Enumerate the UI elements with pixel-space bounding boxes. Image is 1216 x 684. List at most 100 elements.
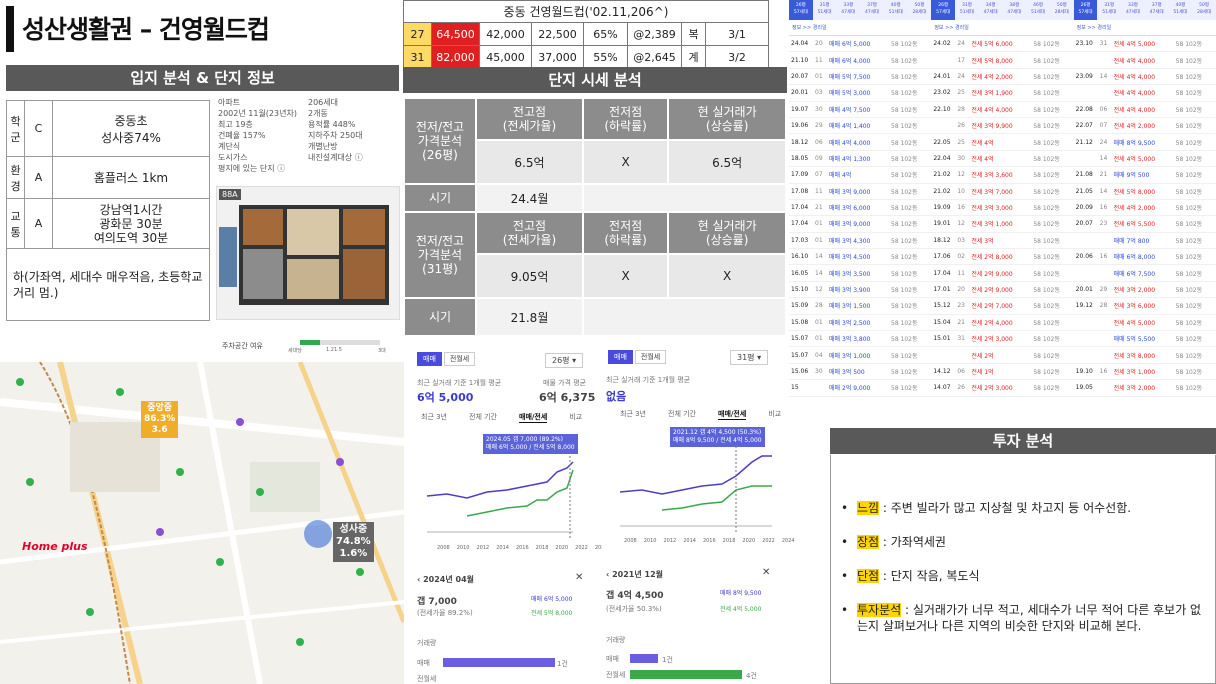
tx-row[interactable]: 24.04 20 매매 6억 5,000 58 102동	[789, 36, 932, 53]
tx-row[interactable]: 26 전세 3억 9,900 58 102동	[931, 118, 1074, 135]
tx-row[interactable]: 전세 4억 5,000 58 102동	[1073, 315, 1216, 332]
tx-row[interactable]: 17.03 01 매매 3억 4,300 58 102동	[789, 233, 932, 250]
tx-row[interactable]: 19.10 16 전세 3억 1,000 58 102동	[1073, 364, 1216, 381]
tx-row[interactable]: 15.10 12 매매 3억 3,900 58 102동	[789, 282, 932, 299]
tx-size-tab[interactable]: 50평 28세대	[1049, 0, 1074, 20]
tx-row[interactable]: 19.07 30 매매 4억 7,500 58 102동	[789, 102, 932, 118]
tx-size-tab[interactable]: 33평 47세대	[836, 0, 861, 20]
school-badge-seongsa[interactable]: 성사중 74.8% 1.6%	[333, 522, 374, 562]
tx-row[interactable]: 전세 3억 8,000 58 102동	[1073, 347, 1216, 364]
tx-row[interactable]: 21.02 12 전세 3억 3,600 58 102동	[931, 167, 1074, 184]
tx-row[interactable]: 23.10 31 전세 4억 5,000 58 102동	[1073, 36, 1216, 53]
tx-row[interactable]: 20.09 16 전세 4억 2,000 58 102동	[1073, 200, 1216, 217]
range-tab[interactable]: 매매/전세	[519, 412, 548, 423]
tx-row[interactable]: 22.05 25 전세 4억 58 102동	[931, 134, 1074, 151]
tx-row[interactable]: 15.04 21 전세 2억 4,000 58 102동	[931, 315, 1074, 332]
tx-row[interactable]: 22.08 06 전세 4억 4,000 58 102동	[1073, 102, 1216, 118]
range-tab[interactable]: 전체 기간	[668, 409, 696, 420]
tx-row[interactable]: 17.01 20 전세 2억 9,000 58 102동	[931, 282, 1074, 299]
tx-row[interactable]: 18.12 06 매매 4억 4,000 58 102동	[789, 134, 932, 151]
tx-row[interactable]: 20.01 03 매매 5억 3,000 58 102동	[789, 85, 932, 102]
tx-row[interactable]: 16.05 14 매매 3억 3,500 58 102동	[789, 265, 932, 282]
area-map[interactable]: 중앙중 86.3% 3.6 성사중 74.8% 1.6% Home plus	[0, 362, 404, 684]
tx-row[interactable]: 매매 5억 5,500 58 102동	[1073, 331, 1216, 348]
tab-sale[interactable]: 매매	[417, 352, 442, 366]
tx-size-tab[interactable]: 31평 51세대	[955, 0, 979, 20]
tx-row[interactable]: 16.10 14 매매 3억 4,500 58 102동	[789, 249, 932, 266]
tx-row[interactable]: 20.06 16 매매 6억 8,000 58 102동	[1073, 249, 1216, 266]
tx-size-tab[interactable]: 26평 57세대	[1073, 0, 1098, 20]
tx-row[interactable]: 23.09 14 전세 4억 4,000 58 102동	[1073, 69, 1216, 86]
tx-row[interactable]: 17.04 21 매매 3억 6,000 58 102동	[789, 200, 932, 217]
range-tab[interactable]: 비교	[569, 412, 582, 423]
range-tab[interactable]: 전체 기간	[469, 412, 497, 423]
tx-row[interactable]: 19.01 12 전세 3억 1,000 58 102동	[931, 216, 1074, 233]
tx-info[interactable]: 정보 >> 경리일	[931, 24, 1073, 31]
tx-row[interactable]: 17.04 11 전세 2억 9,000 58 102동	[931, 265, 1074, 282]
tx-row[interactable]: 18.05 09 매매 4억 1,300 58 102동	[789, 151, 932, 168]
tx-size-tab[interactable]: 40평 51세대	[883, 0, 908, 20]
tx-row[interactable]: 20.07 23 전세 6억 5,500 58 102동	[1073, 216, 1216, 233]
tx-row[interactable]: 전세 4억 4,000 58 102동	[1073, 52, 1216, 69]
close-icon[interactable]: ✕	[762, 567, 770, 578]
tx-row[interactable]: 21.05 14 전세 5억 8,000 58 102동	[1073, 184, 1216, 200]
tx-size-tab[interactable]: 26평 57세대	[789, 0, 813, 20]
tx-row[interactable]: 21.12 24 매매 8억 9,500 58 102동	[1073, 134, 1216, 151]
tx-size-tab[interactable]: 50평 28세대	[907, 0, 932, 20]
tx-size-tab[interactable]: 37평 47세대	[860, 0, 884, 20]
range-tab[interactable]: 비교	[768, 409, 781, 420]
tx-row[interactable]: 20.07 01 매매 5억 7,500 58 102동	[789, 69, 932, 86]
tx-size-tab[interactable]: 46평 51세대	[1026, 0, 1050, 20]
tx-row[interactable]: 22.07 07 전세 4억 2,000 58 102동	[1073, 118, 1216, 135]
tx-row[interactable]: 24.01 24 전세 4억 2,000 58 102동	[931, 69, 1074, 86]
tx-size-tab[interactable]: 34평 47세대	[978, 0, 1003, 20]
tx-row[interactable]: 14.12 06 전세 1억 58 102동	[931, 364, 1074, 381]
tx-row[interactable]: 19.06 29 매매 4억 1,400 58 102동	[789, 118, 932, 135]
tx-row[interactable]: 15 매매 2억 9,000 58 102동	[789, 380, 932, 397]
tx-row[interactable]: 15.01 31 전세 2억 3,000 58 102동	[931, 331, 1074, 348]
tx-row[interactable]: 22.04 30 전세 4억 58 102동	[931, 151, 1074, 168]
tab-sale[interactable]: 매매	[608, 350, 633, 364]
size-select[interactable]: 31평 ▾	[730, 350, 769, 365]
tx-size-tab[interactable]: 38평 47세대	[1002, 0, 1027, 20]
tx-row[interactable]: 18.12 03 전세 3억 58 102동	[931, 233, 1074, 250]
tx-row[interactable]: 15.06 30 매매 3억 500 58 102동	[789, 364, 932, 381]
range-tab[interactable]: 최근 3년	[620, 409, 646, 420]
tx-size-tab[interactable]: 40평 51세대	[1168, 0, 1193, 20]
tx-row[interactable]: 19.09 16 전세 3억 3,000 58 102동	[931, 200, 1074, 217]
tx-row[interactable]: 매매 6억 7,500 58 102동	[1073, 265, 1216, 282]
tx-row[interactable]: 17 전세 5억 8,000 58 102동	[931, 52, 1074, 69]
tx-size-tab[interactable]: 31평 51세대	[1097, 0, 1122, 20]
tx-row[interactable]: 19.12 28 전세 3억 6,000 58 102동	[1073, 298, 1216, 315]
tx-row[interactable]: 매매 7억 800 58 102동	[1073, 233, 1216, 250]
tx-row[interactable]: 22.10 28 전세 4억 4,000 58 102동	[931, 102, 1074, 118]
tx-row[interactable]: 17.08 11 매매 3억 9,000 58 102동	[789, 184, 932, 200]
tx-row[interactable]: 전세 2억 58 102동	[931, 347, 1074, 364]
apt-info-item[interactable]: 평지에 있는 단지 ⓘ	[218, 163, 308, 174]
tx-row[interactable]: 17.06 02 전세 2억 8,000 58 102동	[931, 249, 1074, 266]
tx-row[interactable]: 14 전세 4억 5,000 58 102동	[1073, 151, 1216, 168]
tx-row[interactable]: 14.07 26 전세 2억 3,000 58 102동	[931, 380, 1074, 397]
tab-rent[interactable]: 전월세	[443, 352, 476, 366]
tx-row[interactable]: 17.09 07 매매 4억 58 102동	[789, 167, 932, 184]
tx-row[interactable]: 15.07 04 매매 3억 1,000 58 102동	[789, 347, 932, 364]
tx-size-tab[interactable]: 37평 47세대	[1144, 0, 1169, 20]
close-icon[interactable]: ✕	[575, 572, 583, 583]
tx-row[interactable]: 전세 4억 4,000 58 102동	[1073, 85, 1216, 102]
homeplus-marker[interactable]: Home plus	[22, 540, 88, 553]
tx-size-tab[interactable]: 26평 57세대	[931, 0, 956, 20]
tx-row[interactable]: 15.12 23 전세 2억 7,000 58 102동	[931, 298, 1074, 315]
apt-info-item[interactable]: 내진설계대상 ⓘ	[308, 152, 398, 163]
tx-row[interactable]: 20.01 29 전세 3억 2,000 58 102동	[1073, 282, 1216, 299]
tx-row[interactable]: 21.02 10 전세 3억 7,000 58 102동	[931, 184, 1074, 200]
range-tabs[interactable]: 최근 3년 전체 기간 매매/전세 비교	[620, 409, 781, 420]
tx-row[interactable]: 21.08 21 매매 9억 500 58 102동	[1073, 167, 1216, 184]
tx-row[interactable]: 23.02 25 전세 3억 1,900 58 102동	[931, 85, 1074, 102]
tx-row[interactable]: 19.05 전세 3억 2,000 58 102동	[1073, 380, 1216, 397]
range-tabs[interactable]: 최근 3년 전체 기간 매매/전세 비교	[421, 412, 582, 423]
tx-size-tab[interactable]: 33평 47세대	[1121, 0, 1145, 20]
range-tab[interactable]: 최근 3년	[421, 412, 447, 423]
tx-info[interactable]: 정보 >> 경리일	[1074, 24, 1216, 31]
tx-size-tab[interactable]: 31평 51세대	[812, 0, 837, 20]
tx-row[interactable]: 24.02 24 전세 5억 6,000 58 102동	[931, 36, 1074, 53]
